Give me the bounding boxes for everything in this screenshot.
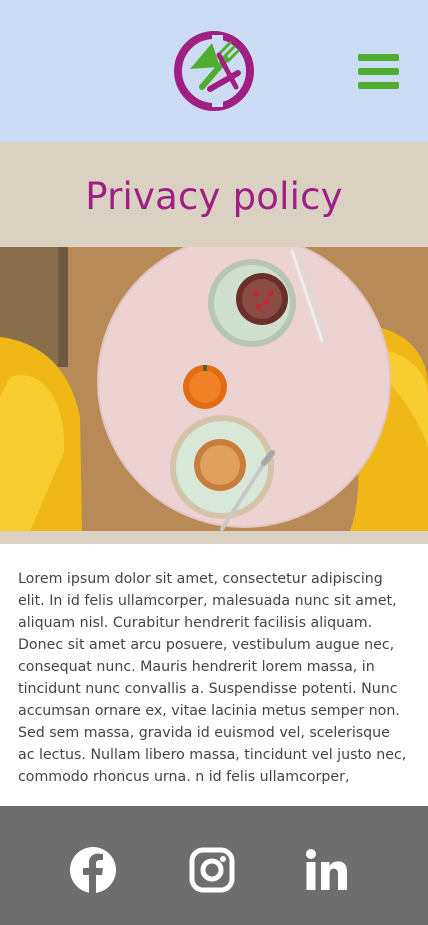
body-text: Lorem ipsum dolor sit amet, consectetur … bbox=[18, 571, 407, 785]
logo-icon[interactable] bbox=[172, 29, 256, 113]
linkedin-icon[interactable] bbox=[302, 846, 350, 894]
menu-bar bbox=[358, 54, 399, 61]
hero-image bbox=[0, 247, 428, 544]
site-footer bbox=[0, 806, 428, 925]
page-title: Privacy policy bbox=[85, 175, 343, 218]
title-band: Privacy policy bbox=[0, 142, 428, 247]
menu-bar bbox=[358, 68, 399, 75]
instagram-icon[interactable] bbox=[188, 846, 236, 894]
content-section: Lorem ipsum dolor sit amet, consectetur … bbox=[0, 544, 428, 806]
facebook-icon[interactable] bbox=[69, 846, 117, 894]
table-photo bbox=[0, 247, 428, 544]
linkedin-icon-glyph bbox=[306, 849, 347, 890]
hamburger-menu-icon[interactable] bbox=[358, 54, 399, 90]
facebook-icon-glyph bbox=[70, 847, 116, 893]
instagram-icon-glyph bbox=[189, 847, 235, 893]
plate-fork-knife-logo-icon bbox=[174, 31, 254, 111]
menu-bar bbox=[358, 82, 399, 89]
site-header bbox=[0, 0, 428, 142]
